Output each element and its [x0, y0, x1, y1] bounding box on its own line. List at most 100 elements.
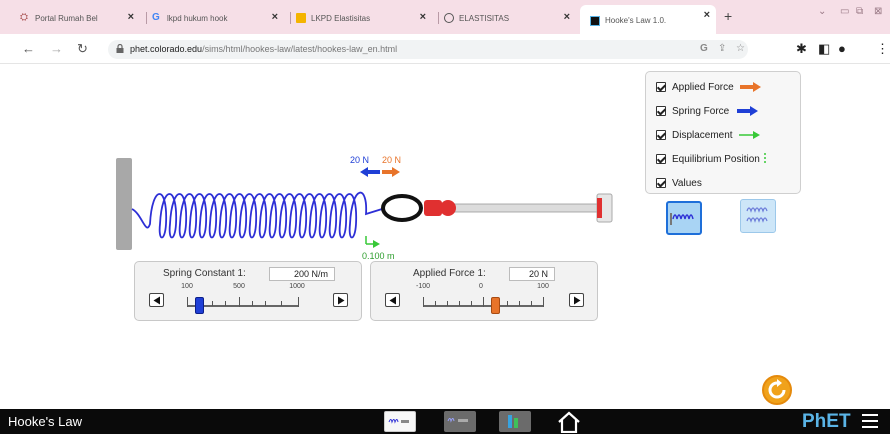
spring-constant-slider-thumb[interactable] [195, 297, 205, 314]
checkbox-icon[interactable] [656, 106, 666, 116]
spring-hook [381, 194, 423, 222]
hamburger-menu-icon[interactable] [862, 414, 878, 432]
spring-force-value: 20 N [350, 155, 370, 165]
checkbox-icon[interactable] [656, 130, 666, 140]
applied-force-slider-thumb[interactable] [491, 297, 500, 314]
restore-icon[interactable]: ⧉ [856, 6, 863, 17]
intro-screen-button[interactable] [384, 411, 416, 432]
tab-separator [438, 12, 439, 24]
spring-constant-value: 200 N/m [269, 267, 335, 281]
spring-force-arrow [360, 167, 380, 177]
new-tab-button[interactable]: + [724, 8, 732, 24]
google-translate-icon[interactable]: G [700, 43, 708, 54]
back-icon[interactable]: ← [22, 41, 35, 56]
phet-tab-icon [590, 15, 600, 26]
portal-icon: ⛭ [20, 12, 28, 23]
parallel-springs-system-button[interactable] [740, 199, 776, 233]
checkbox-applied-force[interactable]: Applied Force [656, 80, 762, 94]
checkbox-spring-force[interactable]: Spring Force [656, 104, 759, 118]
decrease-applied-force-button[interactable] [385, 293, 400, 307]
reload-icon[interactable]: ↻ [77, 41, 88, 57]
home-icon[interactable] [557, 411, 581, 433]
displacement-arrow [366, 240, 380, 248]
extensions-icon[interactable]: ✱ [796, 41, 807, 57]
url-text: phet.colorado.edu/sims/html/hookes-law/l… [130, 44, 398, 54]
increase-spring-constant-button[interactable] [333, 293, 348, 307]
tab-title: lkpd hukum hook [167, 13, 228, 23]
url-field[interactable]: phet.colorado.edu/sims/html/hookes-law/l… [108, 40, 748, 59]
close-icon[interactable]: × [564, 11, 570, 23]
triangle-left-icon [389, 296, 396, 305]
side-panel-icon[interactable]: ◧ [818, 41, 830, 57]
close-window-icon[interactable]: ⊠ [874, 6, 882, 17]
checkbox-label: Values [672, 177, 702, 189]
close-icon[interactable]: × [420, 11, 426, 23]
systems-screen-button[interactable] [444, 411, 476, 432]
displacement-value: 0.100 m [362, 251, 395, 261]
share-icon[interactable]: ⇪ [718, 43, 726, 54]
tick [298, 297, 299, 307]
phet-logo[interactable]: PhET [802, 411, 851, 433]
applied-force-arrow [382, 167, 400, 177]
menu-icon[interactable]: ⋮ [876, 41, 889, 57]
browser-tab-bar: ⛭ Portal Rumah Bel × G lkpd hukum hook ×… [0, 0, 890, 34]
energy-screen-button[interactable] [499, 411, 531, 432]
close-icon[interactable]: × [272, 11, 278, 23]
equilibrium-legend-line-icon [764, 153, 766, 165]
triangle-right-icon [338, 296, 345, 305]
star-icon[interactable]: ☆ [736, 43, 745, 54]
robotic-arm-end-red [597, 198, 602, 218]
applied-force-value: 20 N [382, 155, 402, 165]
tick [225, 301, 226, 306]
tick-label: 100 [181, 283, 193, 290]
profile-icon[interactable]: ● [838, 41, 846, 56]
close-icon[interactable]: × [128, 11, 134, 23]
robotic-arm-grip [424, 200, 442, 216]
tab-title: Portal Rumah Bel [35, 13, 98, 23]
tab-portal[interactable]: ⛭ Portal Rumah Bel × [20, 7, 140, 29]
chevron-down-icon[interactable]: ⌄ [818, 6, 826, 17]
close-icon[interactable]: × [704, 9, 710, 21]
systems-screen-icon [447, 418, 468, 423]
decrease-spring-constant-button[interactable] [149, 293, 164, 307]
tick [281, 301, 282, 306]
tick [212, 301, 213, 306]
tick [423, 297, 424, 307]
visibility-controls-panel: Applied Force Spring Force Displacement … [645, 71, 801, 194]
applied-force-legend-arrow-icon [739, 82, 761, 92]
sim-navigation-bar: Hooke's Law PhET [0, 409, 890, 434]
single-spring-system-button[interactable] [666, 201, 702, 235]
tick [265, 301, 266, 306]
tab-lkpd-hukum[interactable]: G lkpd hukum hook × [152, 7, 284, 29]
increase-applied-force-button[interactable] [569, 293, 584, 307]
tab-separator [146, 12, 147, 24]
tab-elastisitas[interactable]: ELASTISITAS × [444, 7, 576, 29]
tick [531, 301, 532, 306]
address-bar: ← → ↻ phet.colorado.edu/sims/html/hookes… [0, 34, 890, 64]
forward-icon[interactable]: → [50, 41, 63, 56]
tab-title: LKPD Elastisitas [311, 13, 371, 23]
checkbox-icon[interactable] [656, 178, 666, 188]
sim-play-area: 20 N 20 N 0.100 m Spring Constant 1: 200… [0, 64, 890, 409]
single-spring-icon [670, 213, 694, 225]
checkbox-icon[interactable] [656, 154, 666, 164]
tab-lkpd-elastisitas[interactable]: LKPD Elastisitas × [296, 7, 432, 29]
reset-icon [768, 379, 786, 399]
checkbox-icon[interactable] [656, 82, 666, 92]
checkbox-equilibrium-position[interactable]: Equilibrium Position [656, 152, 767, 166]
tab-hookes-law[interactable]: Hooke's Law 1.0. × [580, 5, 716, 34]
checkbox-displacement[interactable]: Displacement [656, 128, 761, 142]
tick [519, 301, 520, 306]
applied-force-title: Applied Force 1: [413, 268, 486, 279]
lock-icon[interactable] [116, 44, 124, 53]
checkbox-values[interactable]: Values [656, 176, 702, 190]
spring-force-legend-arrow-icon [737, 106, 759, 116]
checkbox-label: Displacement [672, 129, 733, 141]
minimize-icon[interactable]: ▭ [840, 6, 849, 17]
tick-label: 1000 [289, 283, 305, 290]
reset-all-button[interactable] [762, 375, 792, 405]
triangle-left-icon [153, 296, 160, 305]
tick-label: 500 [233, 283, 245, 290]
tick [447, 301, 448, 306]
tick [187, 297, 188, 307]
